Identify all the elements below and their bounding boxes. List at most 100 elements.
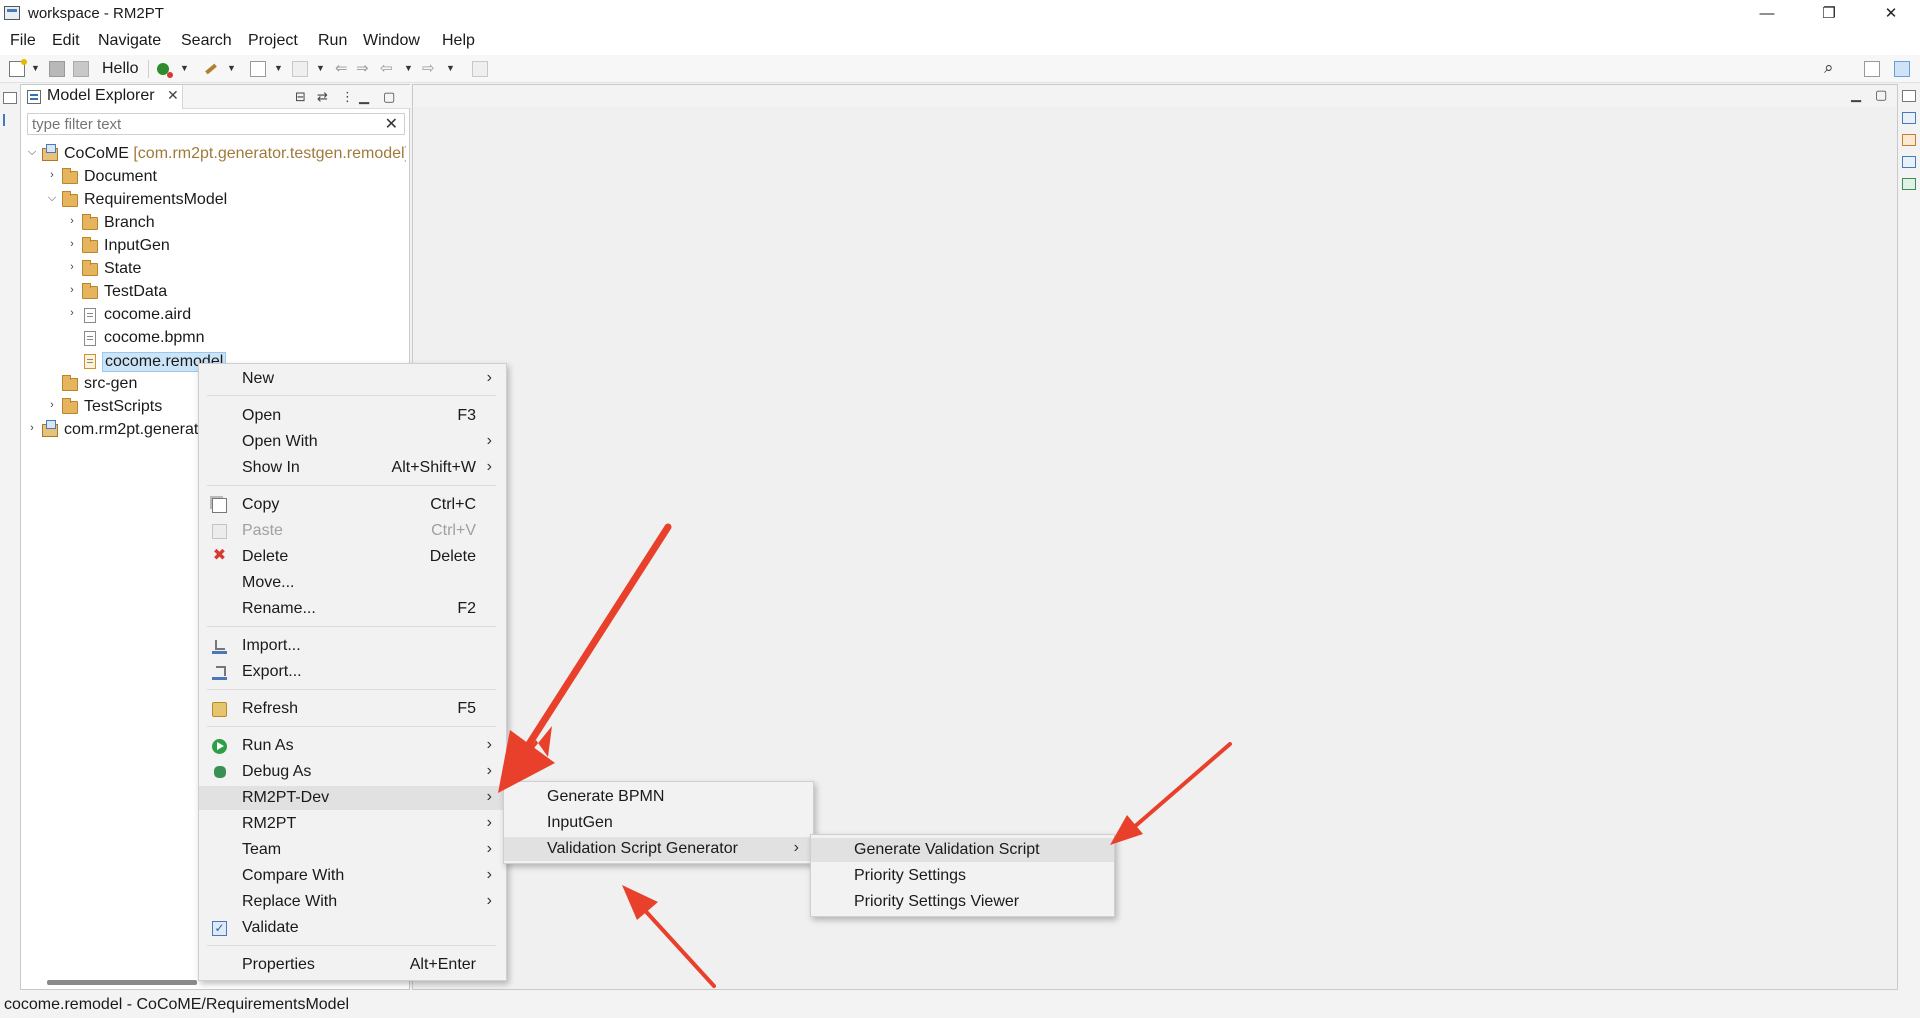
maximize-view-icon[interactable]: ▢ <box>383 89 395 105</box>
menu-project[interactable]: Project <box>248 32 298 50</box>
menu-item-move[interactable]: Move... <box>199 571 506 595</box>
menu-edit[interactable]: Edit <box>52 32 80 50</box>
new-dropdown-icon[interactable]: ▼ <box>31 63 40 73</box>
open-perspective-icon[interactable] <box>1864 61 1880 77</box>
menu-item-shortcut: F2 <box>457 600 476 617</box>
annotation-nav-icon[interactable] <box>292 61 308 77</box>
menu-item-compare-with[interactable]: Compare With › <box>199 864 506 888</box>
minimize-view-icon[interactable]: ▁ <box>359 89 369 105</box>
back-icon[interactable]: ⇦ <box>380 59 393 77</box>
chevron-down-icon[interactable]: ⌵ <box>46 192 58 205</box>
menu-item-show-in[interactable]: Show In Alt+Shift+W › <box>199 456 506 480</box>
save-icon[interactable] <box>49 61 65 77</box>
menu-item-label: Debug As <box>242 763 312 780</box>
menu-item-delete[interactable]: ✖ Delete Delete <box>199 545 506 569</box>
debug-dropdown-icon[interactable]: ▼ <box>180 63 189 73</box>
collapse-all-icon[interactable]: ⊟ <box>295 89 306 105</box>
forward-icon[interactable]: ⇨ <box>422 59 435 77</box>
menu-item-refresh[interactable]: Refresh F5 <box>199 697 506 721</box>
tree-item-cocome[interactable]: ⌵ CoCoME [com.rm2pt.generator.testgen.re… <box>26 144 406 166</box>
menu-item-rm2pt-dev[interactable]: RM2PT-Dev › <box>199 786 506 810</box>
delete-icon: ✖ <box>212 547 227 564</box>
external-tool-dropdown-icon[interactable]: ▼ <box>227 63 236 73</box>
minimize-button[interactable]: — <box>1744 0 1790 28</box>
menu-item-shortcut: Alt+Shift+W <box>391 459 476 476</box>
tab-model-explorer[interactable]: Model Explorer ✕ <box>21 85 183 109</box>
menu-item-label: Compare With <box>242 867 345 884</box>
next-edit-icon[interactable]: ⇒ <box>356 59 369 77</box>
menu-item-debug-as[interactable]: Debug As › <box>199 760 506 784</box>
minimized-view-icon[interactable] <box>3 114 17 126</box>
menu-search[interactable]: Search <box>181 32 232 50</box>
new-file-icon[interactable] <box>9 59 27 77</box>
annotation-nav-dropdown-icon[interactable]: ▼ <box>316 63 325 73</box>
forward-dropdown-icon[interactable]: ▼ <box>446 63 455 73</box>
debug-icon[interactable] <box>157 63 173 78</box>
chevron-right-icon[interactable]: › <box>66 307 78 319</box>
menu-item-priority-settings[interactable]: Priority Settings <box>811 864 1114 888</box>
hello-button[interactable]: Hello <box>102 60 138 78</box>
pin-editor-icon[interactable] <box>472 61 488 77</box>
menu-item-label: Show In <box>242 459 300 476</box>
menu-navigate[interactable]: Navigate <box>98 32 161 50</box>
menu-item-rename[interactable]: Rename... F2 <box>199 597 506 621</box>
chevron-right-icon[interactable]: › <box>66 261 78 273</box>
properties-view-icon[interactable] <box>1902 134 1916 146</box>
menu-item-copy[interactable]: Copy Ctrl+C <box>199 493 506 517</box>
menu-item-import[interactable]: Import... <box>199 634 506 658</box>
save-all-icon[interactable] <box>73 61 89 77</box>
chevron-right-icon: › <box>486 762 492 779</box>
restore-view-icon[interactable] <box>3 92 17 104</box>
menu-file[interactable]: File <box>10 32 36 50</box>
chevron-right-icon[interactable]: › <box>26 422 38 434</box>
perspective-rm2pt-icon[interactable] <box>1894 61 1910 77</box>
project-icon <box>42 420 58 437</box>
tab-close-icon[interactable]: ✕ <box>167 87 179 104</box>
last-edit-icon[interactable]: ⇐ <box>335 59 348 77</box>
chevron-right-icon[interactable]: › <box>46 399 58 411</box>
menu-item-rm2pt[interactable]: RM2PT › <box>199 812 506 836</box>
back-dropdown-icon[interactable]: ▼ <box>404 63 413 73</box>
chevron-down-icon[interactable]: ⌵ <box>26 146 38 159</box>
menu-help[interactable]: Help <box>442 32 475 50</box>
minimize-editor-icon[interactable]: ▁ <box>1851 87 1861 103</box>
menu-item-label: RM2PT-Dev <box>242 789 330 806</box>
menu-item-export[interactable]: Export... <box>199 660 506 684</box>
menu-item-new[interactable]: New › <box>199 367 506 391</box>
menu-item-generate-bpmn[interactable]: Generate BPMN <box>504 785 813 809</box>
filter-input[interactable] <box>32 115 372 133</box>
menu-item-team[interactable]: Team › <box>199 838 506 862</box>
view-menu-icon[interactable]: ⋮ <box>341 89 354 105</box>
menu-item-run-as[interactable]: Run As › <box>199 734 506 758</box>
restore-icon[interactable] <box>1902 90 1916 102</box>
chevron-right-icon[interactable]: › <box>46 169 58 181</box>
outline-view-icon[interactable] <box>1902 112 1916 124</box>
chevron-right-icon[interactable]: › <box>66 215 78 227</box>
search-icon[interactable]: ⌕ <box>1824 58 1834 78</box>
menu-item-validate[interactable]: ✓ Validate <box>199 916 506 940</box>
clear-filter-icon[interactable]: ✕ <box>385 114 398 134</box>
menu-run[interactable]: Run <box>318 32 347 50</box>
link-with-editor-icon[interactable]: ⇄ <box>317 89 328 105</box>
menu-item-properties[interactable]: Properties Alt+Enter <box>199 953 506 977</box>
menu-item-generate-validation-script[interactable]: Generate Validation Script <box>811 838 1114 862</box>
menu-window[interactable]: Window <box>363 32 420 50</box>
menu-separator <box>207 689 496 690</box>
menu-item-inputgen[interactable]: InputGen <box>504 811 813 835</box>
horizontal-scrollbar[interactable] <box>47 980 197 985</box>
external-tool-icon[interactable] <box>203 61 219 77</box>
menu-item-validation-script-generator[interactable]: Validation Script Generator › <box>504 837 813 861</box>
menu-item-replace-with[interactable]: Replace With › <box>199 890 506 914</box>
maximize-editor-icon[interactable]: ▢ <box>1875 87 1887 103</box>
menu-item-open-with[interactable]: Open With › <box>199 430 506 454</box>
menu-item-open[interactable]: Open F3 <box>199 404 506 428</box>
restore-button[interactable]: ❐ <box>1806 0 1852 28</box>
tasks-view-icon[interactable] <box>1902 178 1916 190</box>
chevron-right-icon[interactable]: › <box>66 284 78 296</box>
generic-tool-icon[interactable] <box>250 61 266 77</box>
chevron-right-icon[interactable]: › <box>66 238 78 250</box>
console-view-icon[interactable] <box>1902 156 1916 168</box>
menu-item-priority-settings-viewer[interactable]: Priority Settings Viewer <box>811 890 1114 914</box>
close-window-button[interactable]: ✕ <box>1868 0 1914 28</box>
generic-tool-dropdown-icon[interactable]: ▼ <box>274 63 283 73</box>
